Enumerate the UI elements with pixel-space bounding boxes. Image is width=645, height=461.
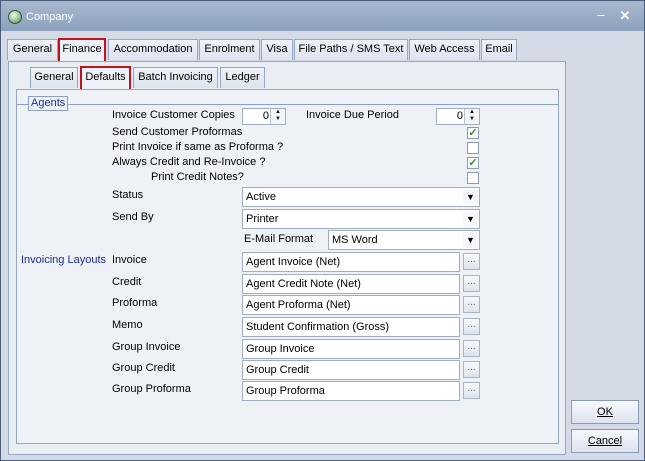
window-title: Company xyxy=(26,11,74,23)
print-invoice-if-same-checkbox[interactable] xyxy=(467,142,479,154)
subtab-ledger[interactable]: Ledger xyxy=(220,67,265,88)
layout-label-memo: Memo xyxy=(112,319,143,331)
send-by-dropdown[interactable]: Printer ▼ xyxy=(242,209,480,229)
ellipsis-icon[interactable]: ... xyxy=(463,253,480,270)
invoice-due-period-label: Invoice Due Period xyxy=(306,109,399,121)
ellipsis-icon[interactable]: ... xyxy=(463,382,480,399)
chevron-down-icon[interactable]: ▼ xyxy=(463,232,478,248)
spin-arrows[interactable]: ▲ ▼ xyxy=(464,109,479,124)
ellipsis-icon[interactable]: ... xyxy=(463,275,480,292)
status-label: Status xyxy=(112,189,144,201)
layout-label-group-invoice: Group Invoice xyxy=(112,341,181,353)
tab-web-access[interactable]: Web Access xyxy=(409,39,480,60)
always-credit-reinvoice-checkbox[interactable]: ✓ xyxy=(467,157,479,169)
send-customer-proformas-checkbox[interactable]: ✓ xyxy=(467,127,479,139)
tab-visa[interactable]: Visa xyxy=(261,39,293,60)
email-format-label: E-Mail Format xyxy=(244,233,314,245)
minimize-icon[interactable]: – xyxy=(594,8,608,23)
spin-down-icon[interactable]: ▼ xyxy=(465,116,479,123)
print-credit-notes-label: Print Credit Notes? xyxy=(151,171,244,183)
invoice-due-period-value: 0 xyxy=(456,110,463,122)
tab-finance[interactable]: Finance xyxy=(58,38,106,63)
agents-group-label: Agents xyxy=(28,96,69,111)
send-customer-proformas-label: Send Customer Proformas xyxy=(112,126,243,138)
tab-file-paths-sms[interactable]: File Paths / SMS Text xyxy=(294,39,408,60)
ellipsis-icon[interactable]: ... xyxy=(463,318,480,335)
ellipsis-icon[interactable]: ... xyxy=(463,361,480,378)
invoicing-layouts-label: Invoicing Layouts xyxy=(21,254,106,266)
layout-field-invoice[interactable]: Agent Invoice (Net) xyxy=(242,252,460,272)
spin-up-icon[interactable]: ▲ xyxy=(271,109,285,116)
subtab-general[interactable]: General xyxy=(30,67,78,88)
layout-field-group-invoice[interactable]: Group Invoice xyxy=(242,339,460,359)
invoice-customer-copies-value: 0 xyxy=(262,110,269,122)
email-format-value: MS Word xyxy=(332,234,378,246)
layout-label-credit: Credit xyxy=(112,276,142,288)
close-icon[interactable]: ✕ xyxy=(618,9,632,23)
invoice-due-period-spinner[interactable]: 0 ▲ ▼ xyxy=(436,108,480,125)
status-value: Active xyxy=(246,191,276,203)
chevron-down-icon[interactable]: ▼ xyxy=(463,189,478,205)
tab-accommodation[interactable]: Accommodation xyxy=(108,39,198,60)
layout-field-memo[interactable]: Student Confirmation (Gross) xyxy=(242,317,460,337)
company-window: Company – ✕ General Finance Accommodatio… xyxy=(0,0,645,461)
invoice-customer-copies-label: Invoice Customer Copies xyxy=(112,109,235,121)
print-credit-notes-checkbox[interactable] xyxy=(467,172,479,184)
layout-label-group-credit: Group Credit xyxy=(112,362,175,374)
cancel-button[interactable]: Cancel xyxy=(571,429,639,453)
layout-field-credit[interactable]: Agent Credit Note (Net) xyxy=(242,274,460,294)
spin-down-icon[interactable]: ▼ xyxy=(271,116,285,123)
print-invoice-if-same-label: Print Invoice if same as Proforma ? xyxy=(112,141,284,153)
spin-arrows[interactable]: ▲ ▼ xyxy=(270,109,285,124)
send-by-value: Printer xyxy=(246,213,279,225)
tab-email[interactable]: Email xyxy=(481,39,517,60)
invoice-customer-copies-spinner[interactable]: 0 ▲ ▼ xyxy=(242,108,286,125)
title-bar: Company – ✕ xyxy=(1,1,644,31)
layout-label-proforma: Proforma xyxy=(112,297,158,309)
layout-label-invoice: Invoice xyxy=(112,254,147,266)
tab-enrolment[interactable]: Enrolment xyxy=(199,39,260,60)
always-credit-reinvoice-label: Always Credit and Re-Invoice ? xyxy=(112,156,266,168)
ellipsis-icon[interactable]: ... xyxy=(463,296,480,313)
subtab-defaults[interactable]: Defaults xyxy=(80,66,131,91)
email-format-dropdown[interactable]: MS Word ▼ xyxy=(328,230,480,250)
chevron-down-icon[interactable]: ▼ xyxy=(463,211,478,227)
app-icon xyxy=(8,10,22,24)
layout-label-group-proforma: Group Proforma xyxy=(112,383,191,395)
layout-field-group-credit[interactable]: Group Credit xyxy=(242,360,460,380)
send-by-label: Send By xyxy=(112,211,154,223)
ok-button[interactable]: OK xyxy=(571,400,639,424)
status-dropdown[interactable]: Active ▼ xyxy=(242,187,480,207)
layout-field-group-proforma[interactable]: Group Proforma xyxy=(242,381,460,401)
ellipsis-icon[interactable]: ... xyxy=(463,340,480,357)
layout-field-proforma[interactable]: Agent Proforma (Net) xyxy=(242,295,460,315)
tab-general[interactable]: General xyxy=(7,39,58,60)
subtab-batch-invoicing[interactable]: Batch Invoicing xyxy=(133,67,218,88)
spin-up-icon[interactable]: ▲ xyxy=(465,109,479,116)
